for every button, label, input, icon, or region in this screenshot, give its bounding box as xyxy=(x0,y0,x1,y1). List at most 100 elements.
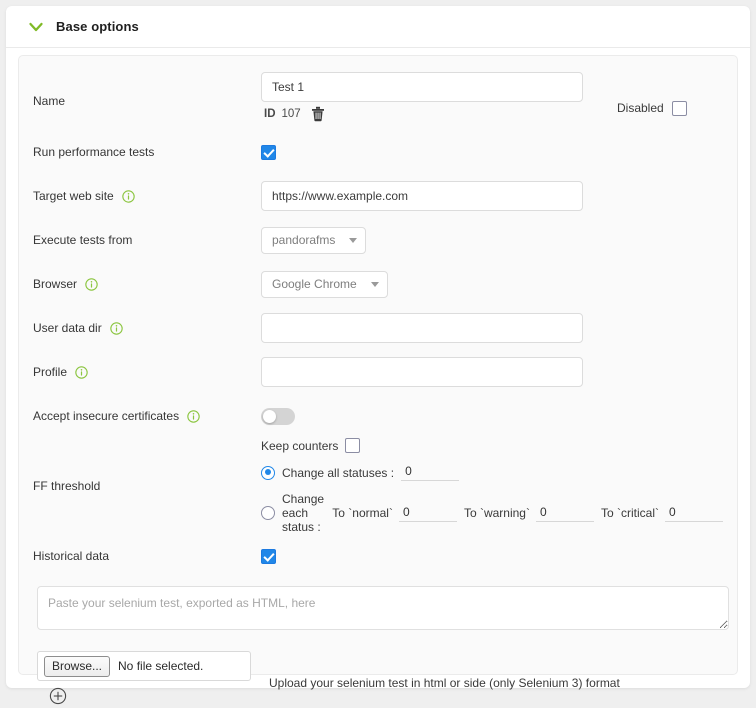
historical-data-checkbox[interactable] xyxy=(261,548,276,564)
to-normal-input[interactable] xyxy=(398,504,457,522)
label-run-performance-tests-text: Run performance tests xyxy=(33,145,155,159)
info-icon[interactable] xyxy=(187,409,200,423)
to-critical-group: To `critical` xyxy=(600,504,723,522)
to-critical-input[interactable] xyxy=(665,504,723,522)
change-each-status-group[interactable]: Change each status : To `normal` To `war… xyxy=(261,492,723,534)
id-line: ID 107 xyxy=(261,106,583,122)
field-name: ID 107 xyxy=(261,72,723,122)
change-each-status-radio[interactable] xyxy=(261,506,275,520)
to-warning-group: To `warning` xyxy=(463,504,594,522)
chevron-down-icon[interactable] xyxy=(28,19,44,35)
to-warning-input[interactable] xyxy=(535,504,594,522)
profile-input[interactable] xyxy=(261,357,583,387)
label-accept-insecure-certificates: Accept insecure certificates xyxy=(33,409,261,423)
selenium-textarea-wrap xyxy=(33,578,729,633)
toggle-knob xyxy=(263,409,276,423)
change-all-statuses-group[interactable]: Change all statuses : xyxy=(261,464,723,481)
label-name: Name xyxy=(33,72,261,108)
to-critical-label: To `critical` xyxy=(600,506,659,520)
user-data-dir-input[interactable] xyxy=(261,313,583,343)
trash-icon[interactable] xyxy=(311,106,325,122)
row-name: Name ID 107 xyxy=(33,64,723,130)
card-header[interactable]: Base options xyxy=(6,6,750,48)
label-execute-tests-from-text: Execute tests from xyxy=(33,233,133,247)
row-profile: Profile xyxy=(33,350,723,394)
keep-counters-label: Keep counters xyxy=(261,438,339,453)
options-panel: Name ID 107 xyxy=(18,55,738,705)
field-accept-insecure-certificates xyxy=(261,407,723,425)
name-input[interactable] xyxy=(261,72,583,102)
field-user-data-dir xyxy=(261,313,723,343)
browse-button[interactable]: Browse... xyxy=(44,655,111,677)
field-browser: Google Chrome xyxy=(261,270,723,298)
id-value: 107 xyxy=(281,108,301,120)
chevron-down-icon xyxy=(349,237,358,243)
label-browser: Browser xyxy=(33,277,261,291)
info-icon[interactable] xyxy=(121,189,135,203)
info-icon[interactable] xyxy=(85,277,98,291)
disabled-group[interactable]: Disabled xyxy=(617,79,687,116)
row-user-data-dir: User data dir xyxy=(33,306,723,350)
row-run-performance-tests: Run performance tests xyxy=(33,130,723,174)
label-name-text: Name xyxy=(33,94,66,108)
label-browser-text: Browser xyxy=(33,277,78,291)
chevron-down-icon xyxy=(370,281,379,287)
label-historical-data-text: Historical data xyxy=(33,549,110,563)
field-run-performance-tests xyxy=(261,144,723,160)
field-target-web-site xyxy=(261,181,723,211)
label-profile-text: Profile xyxy=(33,365,68,379)
label-user-data-dir-text: User data dir xyxy=(33,321,102,335)
row-browser: Browser Google Chrome xyxy=(33,262,723,306)
keep-counters-checkbox[interactable] xyxy=(345,438,361,453)
browser-value: Google Chrome xyxy=(272,277,357,291)
target-web-site-input[interactable] xyxy=(261,181,583,211)
label-target-web-site: Target web site xyxy=(33,189,261,203)
label-profile: Profile xyxy=(33,365,261,379)
label-historical-data: Historical data xyxy=(33,549,261,563)
label-run-performance-tests: Run performance tests xyxy=(33,145,261,159)
label-ff-threshold: FF threshold xyxy=(33,479,261,493)
upload-hint-text: Upload your selenium test in html or sid… xyxy=(269,676,620,690)
browser-select[interactable]: Google Chrome xyxy=(261,270,388,298)
row-accept-insecure-certificates: Accept insecure certificates xyxy=(33,394,723,438)
page-title: Base options xyxy=(56,19,139,34)
to-normal-label: To `normal` xyxy=(332,506,393,520)
plus-circle-icon[interactable] xyxy=(49,687,67,705)
field-profile xyxy=(261,357,723,387)
label-accept-insecure-certificates-text: Accept insecure certificates xyxy=(33,409,180,423)
disabled-label: Disabled xyxy=(617,101,664,115)
execute-tests-from-value: pandorafms xyxy=(272,233,336,247)
info-icon[interactable] xyxy=(75,365,88,379)
change-each-status-label: Change each status : xyxy=(282,492,325,534)
row-target-web-site: Target web site xyxy=(33,174,723,218)
run-performance-tests-checkbox[interactable] xyxy=(261,144,276,160)
info-icon[interactable] xyxy=(109,321,123,335)
to-normal-group: To `normal` xyxy=(332,504,457,522)
label-user-data-dir: User data dir xyxy=(33,321,261,335)
file-upload-column: Browse... No file selected. xyxy=(37,651,251,705)
field-execute-tests-from: pandorafms xyxy=(261,226,723,254)
execute-tests-from-select[interactable]: pandorafms xyxy=(261,226,367,254)
field-historical-data xyxy=(261,548,723,564)
selenium-upload-row: Browse... No file selected. Upload your … xyxy=(33,633,723,705)
row-execute-tests-from: Execute tests from pandorafms xyxy=(33,218,723,262)
name-column: ID 107 xyxy=(261,72,583,122)
selenium-file-input[interactable]: Browse... No file selected. xyxy=(37,651,251,681)
selected-file-name: No file selected. xyxy=(118,659,204,673)
label-execute-tests-from: Execute tests from xyxy=(33,233,261,247)
field-ff-threshold: Keep counters Change all statuses : Chan… xyxy=(261,438,723,534)
label-target-web-site-text: Target web site xyxy=(33,189,114,203)
row-ff-threshold: FF threshold Keep counters Change all st… xyxy=(33,438,723,534)
id-key: ID xyxy=(264,108,276,120)
keep-counters-group[interactable]: Keep counters xyxy=(261,438,723,453)
ff-threshold-stack: Keep counters Change all statuses : Chan… xyxy=(261,438,723,534)
label-ff-threshold-text: FF threshold xyxy=(33,479,101,493)
change-all-statuses-radio[interactable] xyxy=(261,465,275,480)
accept-insecure-certificates-toggle[interactable] xyxy=(261,407,295,425)
row-historical-data: Historical data xyxy=(33,534,723,578)
change-all-statuses-input[interactable] xyxy=(401,464,460,481)
selenium-test-textarea[interactable] xyxy=(37,586,729,630)
disabled-checkbox[interactable] xyxy=(671,100,687,116)
to-warning-label: To `warning` xyxy=(463,506,530,520)
change-all-statuses-label: Change all statuses : xyxy=(282,465,395,480)
